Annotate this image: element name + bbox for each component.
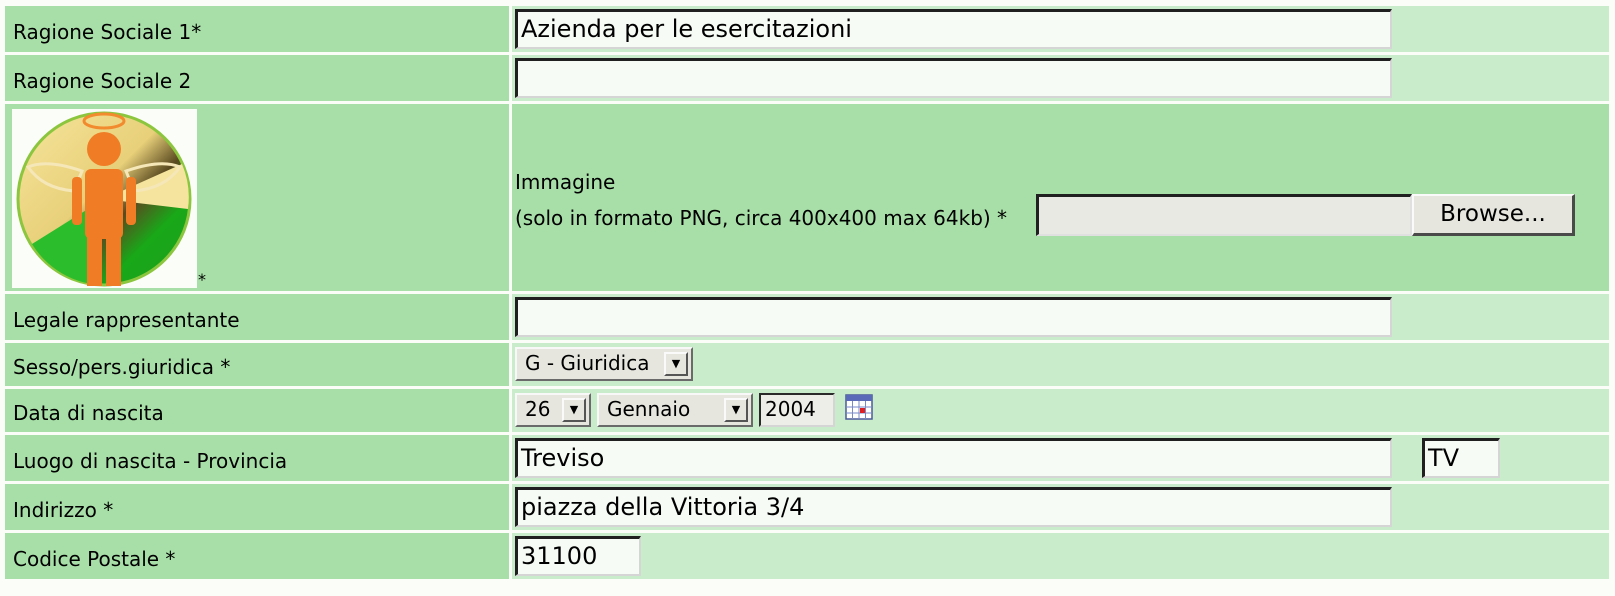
- ragione-sociale-1-input[interactable]: Azienda per le esercitazioni: [515, 9, 1392, 49]
- photo-required-marker: *: [198, 270, 206, 289]
- ragione-sociale-2-label: Ragione Sociale 2: [13, 69, 192, 93]
- indirizzo-label: Indirizzo *: [13, 498, 114, 522]
- ragione-sociale-2-label-cell: Ragione Sociale 2: [5, 55, 509, 101]
- company-form: Ragione Sociale 1* Azienda per le eserci…: [2, 3, 1612, 594]
- provincia-input[interactable]: TV: [1422, 438, 1500, 478]
- data-nascita-label: Data di nascita: [13, 401, 164, 425]
- browse-button[interactable]: Browse...: [1412, 194, 1575, 236]
- legale-field-cell: [512, 294, 1609, 340]
- day-select-value: 26: [525, 397, 551, 421]
- calendar-icon[interactable]: [845, 394, 873, 420]
- data-nascita-field-cell: 26 ▼ Gennaio ▼ 2004: [512, 389, 1609, 432]
- sesso-label-cell: Sesso/pers.giuridica *: [5, 343, 509, 386]
- luogo-label-cell: Luogo di nascita - Provincia: [5, 435, 509, 481]
- luogo-field-cell: Treviso TV: [512, 435, 1609, 481]
- indirizzo-input[interactable]: piazza della Vittoria 3/4: [515, 487, 1392, 527]
- legale-label-cell: Legale rappresentante: [5, 294, 509, 340]
- chevron-down-icon: ▼: [724, 398, 748, 422]
- ragione-sociale-2-input[interactable]: [515, 58, 1392, 98]
- data-nascita-label-cell: Data di nascita: [5, 389, 509, 432]
- file-path-input[interactable]: [1036, 194, 1412, 236]
- angel-logo-icon: [16, 111, 192, 287]
- sesso-select-value: G - Giuridica: [525, 351, 650, 375]
- sesso-field-cell: G - Giuridica ▼: [512, 343, 1609, 386]
- chevron-down-icon: ▼: [664, 352, 688, 376]
- legale-label: Legale rappresentante: [13, 308, 240, 332]
- indirizzo-field-cell: piazza della Vittoria 3/4: [512, 484, 1609, 530]
- month-select[interactable]: Gennaio ▼: [597, 393, 753, 427]
- chevron-down-icon: ▼: [562, 398, 586, 422]
- immagine-label-cell: *: [5, 104, 509, 291]
- luogo-nascita-input[interactable]: Treviso: [515, 438, 1392, 478]
- sesso-select[interactable]: G - Giuridica ▼: [515, 347, 693, 381]
- company-photo: [12, 109, 197, 288]
- day-select[interactable]: 26 ▼: [515, 393, 591, 427]
- month-select-value: Gennaio: [607, 397, 691, 421]
- year-input[interactable]: 2004: [759, 393, 835, 427]
- luogo-label: Luogo di nascita - Provincia: [13, 449, 288, 473]
- ragione-sociale-1-field-cell: Azienda per le esercitazioni: [512, 6, 1609, 52]
- ragione-sociale-1-label: Ragione Sociale 1*: [13, 20, 202, 44]
- cap-label-cell: Codice Postale *: [5, 533, 509, 579]
- immagine-label: Immagine: [515, 170, 616, 194]
- cap-field-cell: 31100: [512, 533, 1609, 579]
- ragione-sociale-1-label-cell: Ragione Sociale 1*: [5, 6, 509, 52]
- indirizzo-label-cell: Indirizzo *: [5, 484, 509, 530]
- immagine-format-hint: (solo in formato PNG, circa 400x400 max …: [515, 206, 1008, 230]
- codice-postale-input[interactable]: 31100: [515, 536, 641, 576]
- sesso-label: Sesso/pers.giuridica *: [13, 355, 231, 379]
- cap-label: Codice Postale *: [13, 547, 176, 571]
- ragione-sociale-2-field-cell: [512, 55, 1609, 101]
- legale-rappresentante-input[interactable]: [515, 297, 1392, 337]
- immagine-field-cell: Immagine (solo in formato PNG, circa 400…: [512, 104, 1609, 291]
